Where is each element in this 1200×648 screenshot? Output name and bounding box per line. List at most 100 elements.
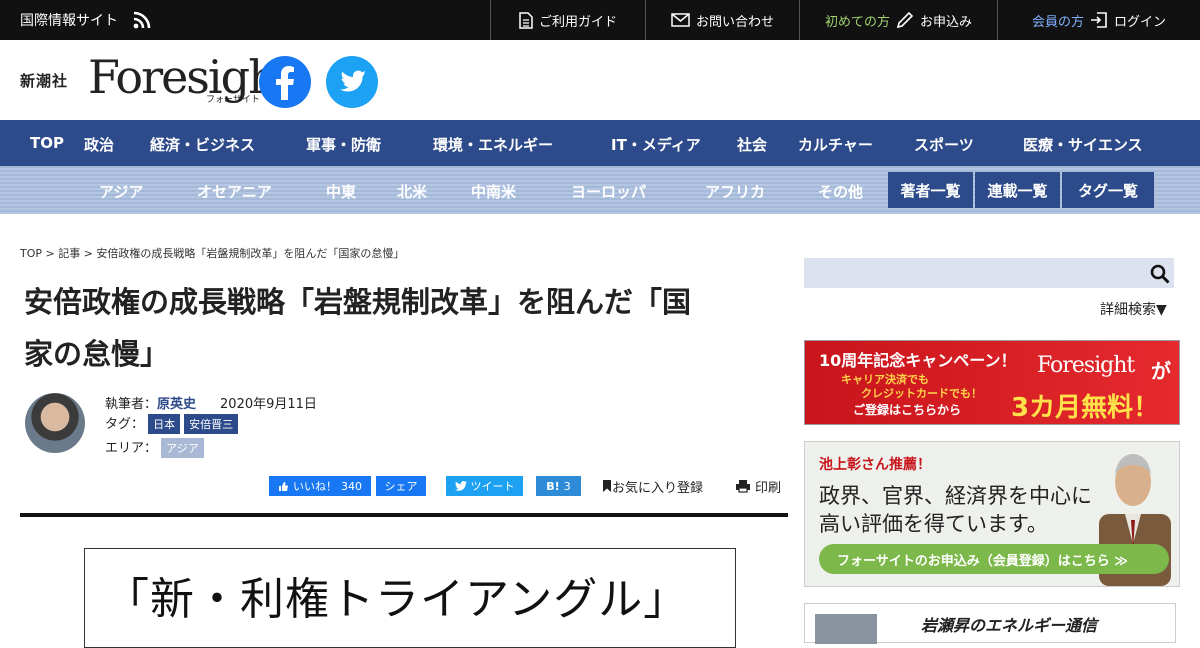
nav-science[interactable]: 医療・サイエンス [1023, 134, 1143, 155]
hatena-bookmark-button[interactable]: B! 3 [536, 476, 581, 496]
campaign-brand: Foresight [1037, 353, 1135, 378]
login-link[interactable]: 会員の方 ログイン [997, 0, 1200, 40]
search-icon[interactable] [1150, 264, 1170, 284]
thumbs-up-icon [279, 481, 288, 491]
nav-society[interactable]: 社会 [737, 134, 767, 155]
twitter-bird-icon [454, 481, 467, 491]
publisher-name: 新潮社 [20, 72, 69, 90]
contact-link[interactable]: お問い合わせ [645, 0, 799, 40]
hero-text: 「新・利権トライアングル」 [105, 574, 689, 625]
article-divider [20, 513, 788, 517]
region-africa[interactable]: アフリカ [705, 181, 765, 202]
region-europe[interactable]: ヨーロッパ [571, 181, 646, 202]
campaign-title: 10周年記念キャンペーン！ [819, 351, 1017, 370]
apply-link[interactable]: 初めての方 お申込み [799, 0, 997, 40]
campaign-line3: ご登録はこちらから [853, 403, 962, 417]
printer-icon [736, 480, 750, 493]
series-photo [815, 614, 877, 644]
area-asia[interactable]: アジア [161, 438, 204, 458]
apply-label: お申込み [920, 14, 973, 30]
facebook-icon[interactable] [259, 56, 311, 108]
guide-label: ご利用ガイド [538, 14, 617, 30]
article-title: 安倍政権の成長戦略「岩盤規制改革」を阻んだ「国 家の怠慢」 [24, 276, 784, 380]
mail-icon [671, 13, 690, 27]
tag-row: タグ： 日本 安倍晋三 [105, 413, 242, 434]
pencil-icon [896, 11, 914, 29]
tweet-button[interactable]: ツイート [446, 476, 523, 496]
author-label: 執筆者： [105, 397, 158, 412]
recommend-line2: 高い評価を得ています。 [819, 512, 1048, 536]
share-label: シェア [384, 480, 418, 493]
site-name: 国際情報サイト [20, 13, 118, 29]
favorite-label: お気に入り登録 [612, 480, 704, 496]
series-button[interactable]: 連載一覧 [975, 172, 1060, 208]
campaign-brand-suffix: が [1151, 359, 1171, 383]
article-title-line2: 家の怠慢」 [24, 337, 170, 371]
recommend-cta-button[interactable]: フォーサイトのお申込み（会員登録）はこちら ≫ [819, 544, 1169, 574]
author-link[interactable]: 原英史 [157, 397, 196, 412]
document-icon [519, 11, 533, 29]
region-middle-east[interactable]: 中東 [326, 181, 356, 202]
print-label: 印刷 [755, 480, 782, 496]
tag-japan[interactable]: 日本 [148, 414, 181, 434]
facebook-like-button[interactable]: いいね！ 340 [269, 476, 371, 496]
article-title-line1: 安倍政権の成長戦略「岩盤規制改革」を阻んだ「国 [24, 285, 692, 319]
member-label: 会員の方 [1031, 14, 1084, 30]
advanced-search-link[interactable]: 詳細検索▼ [1100, 299, 1167, 319]
print-button[interactable]: 印刷 [735, 476, 781, 496]
guide-link[interactable]: ご利用ガイド [490, 0, 645, 40]
nav-military[interactable]: 軍事・防衛 [306, 134, 381, 155]
like-count: 340 [341, 479, 362, 493]
article-hero-image: 「新・利権トライアングル」 [84, 548, 736, 648]
campaign-line2: クレジットカードでも！ [861, 387, 982, 400]
recommend-line1: 政界、官界、経済界を中心に [819, 484, 1092, 508]
like-label: いいね！ [293, 480, 337, 493]
nav-it-media[interactable]: IT・メディア [611, 134, 701, 155]
author-row: 執筆者：原英史 2020年9月11日 [105, 393, 317, 412]
nav-top[interactable]: TOP [30, 134, 64, 152]
region-oceania[interactable]: オセアニア [197, 181, 272, 202]
tag-abe[interactable]: 安倍晋三 [184, 414, 239, 434]
site-header: 新潮社 Foresight フォーサイト [0, 40, 1200, 120]
recommend-banner[interactable]: 池上彰さん推薦！ 政界、官界、経済界を中心に 高い評価を得ています。 フォーサイ… [804, 441, 1180, 587]
hatena-label: B! [546, 479, 560, 493]
tags-button[interactable]: タグ一覧 [1062, 172, 1154, 208]
campaign-offer: 3カ月無料！ [1011, 393, 1160, 423]
region-north-america[interactable]: 北米 [397, 181, 427, 202]
first-time-label: 初めての方 [824, 14, 890, 30]
search-input[interactable] [804, 258, 1174, 288]
region-other[interactable]: その他 [818, 181, 863, 202]
author-avatar[interactable] [25, 393, 85, 453]
tweet-label: ツイート [470, 480, 515, 493]
region-latin-america[interactable]: 中南米 [471, 181, 516, 202]
contact-label: お問い合わせ [695, 14, 774, 30]
nav-sports[interactable]: スポーツ [914, 134, 974, 155]
hatena-count: 3 [563, 479, 571, 493]
publish-date: 2020年9月11日 [220, 397, 317, 412]
main-nav: TOP 政治 経済・ビジネス 軍事・防衛 環境・エネルギー IT・メディア 社会… [0, 120, 1200, 166]
nav-culture[interactable]: カルチャー [798, 134, 873, 155]
facebook-share-button[interactable]: シェア [376, 476, 426, 496]
login-icon [1091, 12, 1107, 28]
top-bar: 国際情報サイト ご利用ガイド お問い合わせ 初めての方 お申込み 会員の方 ログ… [0, 0, 1200, 40]
favorite-button[interactable]: お気に入り登録 [602, 476, 703, 496]
rss-icon[interactable] [132, 10, 152, 30]
area-label: エリア： [105, 441, 158, 456]
tag-label: タグ： [105, 417, 145, 432]
authors-button[interactable]: 著者一覧 [888, 172, 973, 208]
nav-politics[interactable]: 政治 [84, 134, 114, 155]
twitter-icon[interactable] [326, 56, 378, 108]
recommend-tag: 池上彰さん推薦！ [819, 457, 931, 473]
site-logo-kana: フォーサイト [206, 95, 260, 105]
series-banner[interactable]: 岩瀬昇のエネルギー通信 [804, 603, 1176, 644]
login-label: ログイン [1114, 14, 1167, 30]
campaign-banner[interactable]: 10周年記念キャンペーン！ キャリア決済でも クレジットカードでも！ ご登録はこ… [804, 340, 1180, 425]
nav-economy[interactable]: 経済・ビジネス [150, 134, 255, 155]
series-title: 岩瀬昇のエネルギー通信 [921, 616, 1098, 635]
breadcrumb[interactable]: TOP > 記事 > 安倍政権の成長戦略「岩盤規制改革」を阻んだ「国家の怠慢」 [20, 245, 404, 261]
nav-environment[interactable]: 環境・エネルギー [433, 134, 553, 155]
area-row: エリア： アジア [105, 437, 208, 458]
region-nav: アジア オセアニア 中東 北米 中南米 ヨーロッパ アフリカ その他 著者一覧 … [0, 166, 1200, 214]
bookmark-icon [603, 480, 611, 492]
region-asia[interactable]: アジア [99, 181, 143, 202]
